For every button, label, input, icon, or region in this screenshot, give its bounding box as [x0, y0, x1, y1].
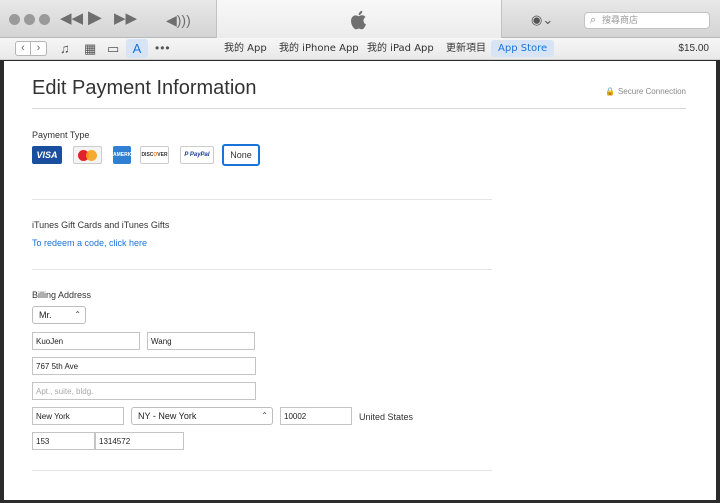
title-select[interactable]: Mr. ⌃ [32, 306, 86, 324]
search-box[interactable]: ⌕ [584, 12, 710, 29]
zip-field[interactable] [280, 407, 352, 425]
chevron-right-icon[interactable]: › [31, 41, 47, 56]
secure-connection-label: 🔒 Secure Connection [605, 87, 686, 96]
paypal-option[interactable]: P PayPal [180, 146, 214, 164]
nav-bar: ‹ › ♫ ▦ ▭ A ••• 我的 App 我的 iPhone App 我的 … [0, 38, 720, 60]
visa-card-option[interactable]: VISA [32, 146, 62, 164]
billing-address-label: Billing Address [32, 290, 92, 300]
none-payment-option[interactable]: None [222, 144, 260, 166]
title-select-value: Mr. [39, 310, 52, 320]
title-bar: ◀◀ ▶ ▶▶ ◀))) ◉⌄ ⌕ [0, 0, 720, 38]
apt-suite-field[interactable] [32, 382, 256, 400]
last-name-field[interactable] [147, 332, 255, 350]
lock-icon: 🔒 [604, 87, 615, 96]
chevron-left-icon[interactable]: ‹ [15, 41, 31, 56]
state-select-value: NY - New York [138, 411, 197, 421]
music-icon[interactable]: ♫ [60, 41, 70, 56]
redeem-code-link[interactable]: To redeem a code, click here [32, 238, 147, 248]
section-divider [32, 199, 492, 200]
section-divider [32, 470, 492, 471]
tv-icon[interactable]: ▭ [107, 41, 119, 56]
account-balance[interactable]: $15.00 [678, 43, 709, 54]
city-field[interactable] [32, 407, 124, 425]
tab-my-apps[interactable]: 我的 App [218, 40, 273, 57]
select-arrows-icon: ⌃ [261, 411, 268, 420]
page-title: Edit Payment Information [32, 77, 257, 99]
gift-cards-label: iTunes Gift Cards and iTunes Gifts [32, 220, 170, 230]
phone-field[interactable] [95, 432, 184, 450]
amex-card-option[interactable]: AMERICAN EXPRESS [113, 146, 140, 176]
film-icon[interactable]: ▦ [84, 41, 96, 56]
volume-icon[interactable]: ◀))) [166, 11, 191, 29]
zoom-window-button[interactable] [39, 14, 50, 25]
discover-text-b: VER [157, 152, 168, 158]
area-code-field[interactable] [32, 432, 95, 450]
close-window-button[interactable] [9, 14, 20, 25]
country-label: United States [359, 412, 414, 422]
discover-text-a: DISC [141, 152, 154, 158]
search-input[interactable] [602, 14, 706, 28]
discover-card-option[interactable]: DISCOVER [140, 146, 169, 164]
tab-my-iphone-apps[interactable]: 我的 iPhone App [273, 40, 365, 57]
state-select[interactable]: NY - New York ⌃ [131, 407, 273, 425]
more-icon[interactable]: ••• [155, 41, 171, 56]
search-icon: ⌕ [590, 14, 597, 26]
rewind-icon[interactable]: ◀◀ [60, 10, 83, 28]
first-name-field[interactable] [32, 332, 140, 350]
street-field[interactable] [32, 357, 256, 375]
tab-app-store[interactable]: App Store [491, 40, 555, 57]
tab-updates[interactable]: 更新項目 [440, 40, 492, 57]
payment-type-label: Payment Type [32, 130, 90, 140]
app-store-icon[interactable]: A [126, 39, 148, 58]
minimize-window-button[interactable] [24, 14, 35, 25]
apple-logo-icon [351, 10, 366, 30]
title-divider [32, 108, 686, 109]
mastercard-card-option[interactable] [73, 146, 102, 164]
section-divider [32, 269, 492, 270]
play-icon[interactable]: ▶ [88, 8, 102, 26]
fast-forward-icon[interactable]: ▶▶ [114, 10, 137, 28]
edit-payment-page: Edit Payment Information 🔒 Secure Connect… [4, 61, 716, 500]
account-icon[interactable]: ◉⌄ [531, 12, 553, 28]
mastercard-orange-circle [86, 150, 97, 161]
secure-connection-text: Secure Connection [617, 87, 686, 96]
tab-my-ipad-apps[interactable]: 我的 iPad App [361, 40, 440, 57]
select-arrows-icon: ⌃ [74, 310, 81, 319]
